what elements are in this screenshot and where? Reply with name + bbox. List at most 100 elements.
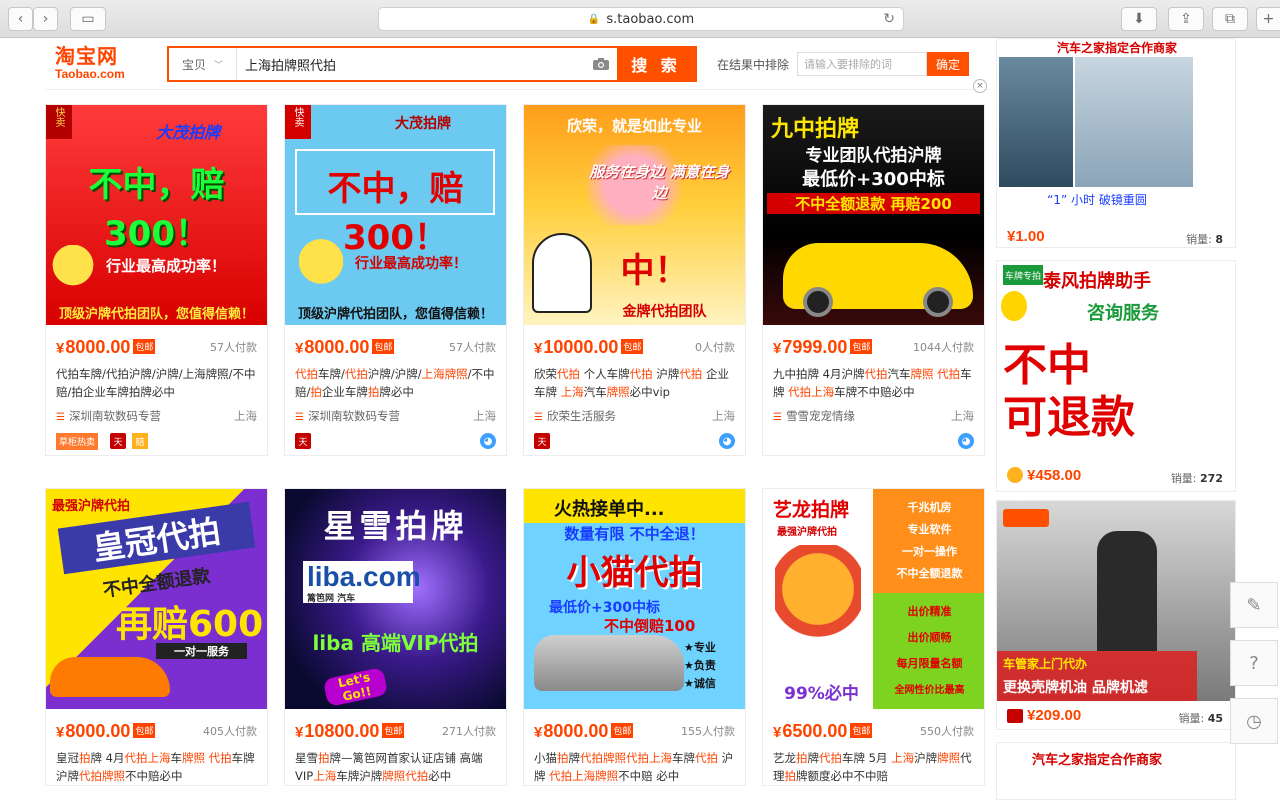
product-image-headline: 欣荣，就是如此专业: [566, 117, 702, 135]
ad-card[interactable]: 汽车之家指定合作商家: [996, 742, 1236, 800]
product-image-headline: 不中，赔300！: [88, 165, 225, 254]
tabs-icon[interactable]: ⧉: [1212, 7, 1248, 31]
product-title[interactable]: 九中拍牌 4月沪牌代拍汽车牌照 代拍车牌 代拍上海车牌不中赔必中: [763, 361, 984, 401]
product-image[interactable]: 欣荣，就是如此专业 服务在身边 满意在身边 中！ 金牌代拍团队: [524, 105, 745, 325]
search-category-select[interactable]: 宝贝 ﹀: [169, 48, 237, 80]
taobao-logo[interactable]: 淘宝网 Taobao.com: [55, 45, 125, 81]
shop-link[interactable]: ☰ 深圳南软数码专营: [56, 408, 161, 424]
product-location: 上海: [234, 409, 257, 423]
product-image-footer: 顶级沪牌代拍团队，您值得信赖！: [58, 307, 254, 322]
shop-link[interactable]: ☰ 深圳南软数码专营: [295, 408, 400, 424]
product-image[interactable]: 艺龙拍牌 最强沪牌代拍 千兆机房 专业软件 一对一操作 不中全额退款 出价精准 …: [763, 489, 984, 709]
ad-sold: 销量: 8: [1186, 233, 1223, 246]
ad-price: ¥1.00: [1007, 228, 1045, 245]
ad-image[interactable]: 汽车之家指定合作商家: [997, 743, 1235, 801]
search-input[interactable]: 上海拍牌照代拍: [237, 48, 585, 80]
sidebar-icon[interactable]: ▭: [70, 7, 106, 31]
product-title[interactable]: 欣荣代拍 个人车牌代拍 沪牌代拍 企业车牌 上海汽车牌照必中vip: [524, 361, 745, 401]
camera-icon[interactable]: [585, 48, 617, 80]
search-header: 淘宝网 Taobao.com 宝贝 ﹀ 上海拍牌照代拍 搜 索 在结果中排除 请…: [45, 38, 990, 90]
hot-badge: 草柜热卖: [56, 433, 99, 450]
exclude-input[interactable]: 请输入要排除的词: [797, 52, 928, 76]
product-card[interactable]: 星雪拍牌 liba.com 篱笆网 汽车 liba 高端VIP代拍 Let's …: [284, 488, 507, 786]
new-tab-icon[interactable]: +: [1256, 7, 1280, 31]
sold-count: 155人付款: [681, 725, 735, 738]
ad-title: 车管家上门代办: [1003, 657, 1088, 671]
product-image-slogan: 最低价+300中标: [802, 169, 945, 190]
tmall-icon: 天: [110, 433, 126, 449]
reload-icon[interactable]: ↻: [883, 11, 895, 27]
product-price: ¥8000.00 包邮: [56, 721, 156, 741]
bee-icon: [52, 245, 94, 295]
shop-link[interactable]: ☰ 欣荣生活服务: [534, 408, 616, 424]
product-title[interactable]: 星雪拍牌—篱笆网首家认证店铺 高端VIP上海车牌沪牌牌照代拍必中: [285, 745, 506, 785]
history-clock-icon[interactable]: ◷: [1230, 698, 1278, 744]
product-card[interactable]: 艺龙拍牌 最强沪牌代拍 千兆机房 专业软件 一对一操作 不中全额退款 出价精准 …: [762, 488, 985, 786]
product-title[interactable]: 皇冠拍牌 4月代拍上海车牌照 代拍车牌 沪牌代拍牌照不中赔必中: [46, 745, 267, 785]
tmall-icon: [1007, 709, 1023, 723]
shop-link[interactable]: ☰ 雪雪宠宠情缘: [773, 408, 855, 424]
product-image-badge: Let's Go!!: [322, 666, 389, 708]
address-bar[interactable]: 🔒 s.taobao.com ↻: [378, 7, 904, 31]
product-card[interactable]: 快卖 大茂拍牌 不中，赔300！ 行业最高成功率！ 顶级沪牌代拍团队，您值得信赖…: [45, 104, 268, 456]
lock-icon: 🔒: [587, 13, 601, 25]
product-card[interactable]: 九中拍牌 专业团队代拍沪牌 最低价+300中标 不中全额退款 再赔200 ¥79…: [762, 104, 985, 456]
ad-subtitle: 咨询服务: [1087, 303, 1159, 324]
ad-image[interactable]: 车牌专拍 泰风拍牌助手 咨询服务 不中 可退款: [997, 261, 1235, 461]
product-image-logo: liba.com: [307, 561, 421, 592]
product-image[interactable]: 快卖 大茂拍牌 不中，赔300！ 行业最高成功率！ 顶级沪牌代拍团队，您值得信赖…: [46, 105, 267, 325]
chevron-down-icon: ﹀: [214, 60, 224, 71]
product-image[interactable]: 快卖 大茂拍牌 不中，赔300！ 行业最高成功率！ 顶级沪牌代拍团队，您值得信赖…: [285, 105, 506, 325]
product-title[interactable]: 艺龙拍牌代拍车牌 5月 上海沪牌牌照代理拍牌额度必中不中赔: [763, 745, 984, 785]
back-icon[interactable]: ‹: [8, 7, 33, 31]
help-icon[interactable]: ?: [1230, 640, 1278, 686]
ad-sold: 销量: 45: [1178, 712, 1223, 725]
close-icon[interactable]: ×: [973, 79, 987, 93]
share-icon[interactable]: ⇪: [1168, 7, 1204, 31]
product-card[interactable]: 欣荣，就是如此专业 服务在身边 满意在身边 中！ 金牌代拍团队 ¥10000.0…: [523, 104, 746, 456]
tmall-icon: 天: [295, 433, 311, 449]
wangwang-icon[interactable]: ◕: [480, 433, 496, 449]
forward-icon[interactable]: ›: [33, 7, 58, 31]
wangwang-icon[interactable]: ◕: [958, 433, 974, 449]
category-label: 宝贝: [181, 57, 206, 72]
ad-card[interactable]: 车管家上门代办 更换壳牌机油 品牌机滤 ¥209.00 销量: 45: [996, 500, 1236, 730]
url-text: s.taobao.com: [606, 11, 695, 27]
product-image[interactable]: 最强沪牌代拍 皇冠代拍 不中全额退款 再赔600 一对一服务: [46, 489, 267, 709]
mascot-icon: [532, 233, 592, 313]
product-image-headline: 星雪拍牌: [323, 507, 468, 545]
product-price: ¥6500.00 包邮: [773, 721, 873, 741]
exclude-filter: 在结果中排除 请输入要排除的词 确定: [717, 52, 970, 76]
ad-card[interactable]: 汽车之家指定合作商家 “1” 小时 破镜重圆 ¥1.00 销量: 8: [996, 38, 1236, 248]
ad-caption: “1” 小时 破镜重圆: [1047, 193, 1147, 207]
product-image-offer: 再赔600: [116, 604, 264, 645]
product-image[interactable]: 火热接单中... 数量有限 不中全退！ 小猫代拍 最低价+300中标 不中倒赔1…: [524, 489, 745, 709]
product-title[interactable]: 代拍车牌/代拍沪牌/沪牌/上海牌照/不中赔/拍企业车牌拍牌必中: [285, 361, 506, 401]
downloads-icon[interactable]: ⬇: [1121, 7, 1157, 31]
wangwang-icon[interactable]: ◕: [719, 433, 735, 449]
product-card[interactable]: 最强沪牌代拍 皇冠代拍 不中全额退款 再赔600 一对一服务 ¥8000.00 包…: [45, 488, 268, 786]
browser-toolbar: ‹ › ▭ 🔒 s.taobao.com ↻ ⬇ ⇪ ⧉ +: [0, 0, 1280, 38]
ad-image[interactable]: 车管家上门代办 更换壳牌机油 品牌机滤: [997, 501, 1235, 701]
ad-tag: 车牌专拍: [1003, 265, 1043, 285]
product-image-logo-sub: 篱笆网 汽车: [307, 594, 356, 604]
ad-price: ¥458.00: [1027, 467, 1082, 484]
product-title[interactable]: 小猫拍牌代拍牌照代拍上海车牌代拍 沪牌 代拍上海牌照不中赔 必中: [524, 745, 745, 785]
product-image-offer: 不中倒赔100: [604, 617, 696, 635]
search-button[interactable]: 搜 索: [617, 48, 695, 80]
car-icon: [50, 657, 170, 697]
sold-count: 57人付款: [449, 341, 496, 354]
ad-image[interactable]: 汽车之家指定合作商家 “1” 小时 破镜重圆: [997, 39, 1235, 221]
product-card[interactable]: 快卖 大茂拍牌 不中，赔300！ 行业最高成功率！ 顶级沪牌代拍团队，您值得信赖…: [284, 104, 507, 456]
ad-title: 泰风拍牌助手: [1043, 271, 1151, 292]
product-image[interactable]: 星雪拍牌 liba.com 篱笆网 汽车 liba 高端VIP代拍 Let's …: [285, 489, 506, 709]
product-image-big-char: 中！: [620, 251, 689, 291]
product-image[interactable]: 九中拍牌 专业团队代拍沪牌 最低价+300中标 不中全额退款 再赔200: [763, 105, 984, 325]
product-image-footer: 顶级沪牌代拍团队，您值得信赖！: [297, 307, 493, 322]
feedback-edit-icon[interactable]: ✎: [1230, 582, 1278, 628]
dragon-icon: [775, 545, 861, 655]
product-title[interactable]: 代拍车牌/代拍沪牌/沪牌/上海牌照/不中赔/拍企业车牌拍牌必中: [46, 361, 267, 401]
exclude-confirm-button[interactable]: 确定: [927, 52, 970, 76]
product-card[interactable]: 火热接单中... 数量有限 不中全退！ 小猫代拍 最低价+300中标 不中倒赔1…: [523, 488, 746, 786]
ad-card[interactable]: 车牌专拍 泰风拍牌助手 咨询服务 不中 可退款 ¥458.00 销量: 272: [996, 260, 1236, 492]
